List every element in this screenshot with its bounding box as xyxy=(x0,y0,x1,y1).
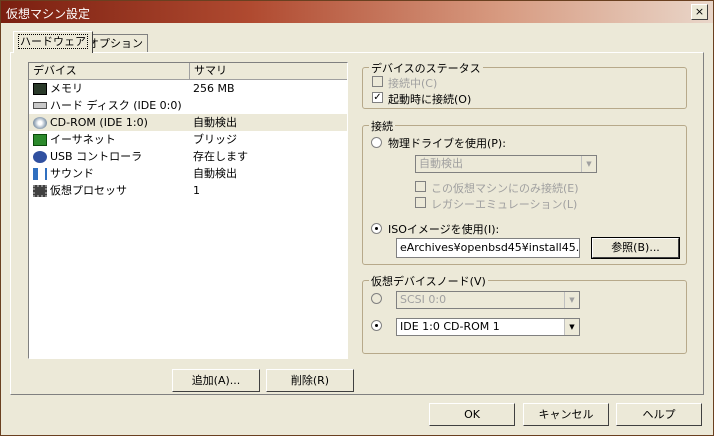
device-name: イーサネット xyxy=(50,133,116,146)
table-row[interactable]: ハード ディスク (IDE 0:0) xyxy=(29,97,347,114)
help-button[interactable]: ヘルプ xyxy=(616,403,702,426)
device-cell: メモリ xyxy=(29,80,187,97)
connect-at-power-on-checkbox[interactable]: ✓ xyxy=(372,92,383,103)
memory-icon xyxy=(33,82,47,95)
iso-path-input[interactable]: eArchives¥openbsd45¥install45.iso xyxy=(396,238,580,258)
device-cell: ハード ディスク (IDE 0:0) xyxy=(29,97,187,114)
iso-image-label: ISOイメージを使用(I): xyxy=(388,223,500,236)
virtual-device-node-label: 仮想デバイスノード(V) xyxy=(369,273,488,289)
table-row[interactable]: サウンド 自動検出 xyxy=(29,165,347,182)
chevron-down-icon: ▼ xyxy=(564,292,579,308)
table-row[interactable]: イーサネット ブリッジ xyxy=(29,131,347,148)
ethernet-icon xyxy=(33,133,47,146)
browse-button[interactable]: 参照(B)... xyxy=(591,237,680,259)
device-name: USB コントローラ xyxy=(50,150,143,163)
summary-cell: 自動検出 xyxy=(193,116,237,129)
summary-cell: 存在します xyxy=(193,150,248,163)
summary-cell: 自動検出 xyxy=(193,167,237,180)
summary-cell: 1 xyxy=(193,184,200,197)
sound-icon xyxy=(33,167,47,180)
exclusive-label: この仮想マシンにのみ接続(E) xyxy=(431,182,579,195)
connected-checkbox[interactable] xyxy=(372,76,383,87)
device-name: 仮想プロセッサ xyxy=(50,184,127,197)
legacy-emulation-label: レガシーエミュレーション(L) xyxy=(431,198,578,211)
ok-button[interactable]: OK xyxy=(429,403,515,426)
tab-options-label: オプション xyxy=(88,37,143,50)
physical-drive-select[interactable]: 自動検出 ▼ xyxy=(415,155,597,173)
device-name: サウンド xyxy=(50,167,94,180)
chevron-down-icon: ▼ xyxy=(581,156,596,172)
device-cell: CD-ROM (IDE 1:0) xyxy=(29,114,187,131)
column-header-summary[interactable]: サマリ xyxy=(190,63,347,79)
remove-button[interactable]: 削除(R) xyxy=(266,369,354,392)
usb-icon xyxy=(33,150,47,163)
cancel-button[interactable]: キャンセル xyxy=(523,403,609,426)
device-status-label: デバイスのステータス xyxy=(369,60,483,76)
device-list[interactable]: デバイス サマリ メモリ 256 MB ハード ディスク (IDE 0:0) CD-R… xyxy=(28,62,348,359)
ide-value: IDE 1:0 CD-ROM 1 xyxy=(400,320,500,333)
table-row[interactable]: メモリ 256 MB xyxy=(29,80,347,97)
column-header-device[interactable]: デバイス xyxy=(29,63,190,79)
summary-cell xyxy=(187,97,193,114)
connection-label: 接続 xyxy=(369,118,395,134)
device-cell: 仮想プロセッサ xyxy=(29,182,187,199)
iso-image-radio[interactable] xyxy=(371,223,382,234)
list-header: デバイス サマリ xyxy=(29,63,347,80)
vm-settings-dialog: 仮想マシン設定 × ハードウェア オプション デバイス サマリ メモリ 256 M… xyxy=(0,0,714,436)
cdrom-icon xyxy=(33,116,47,129)
tab-hardware-label: ハードウェア xyxy=(18,34,88,49)
processor-icon xyxy=(33,184,47,197)
legacy-emulation-checkbox[interactable] xyxy=(415,197,426,208)
add-button[interactable]: 追加(A)... xyxy=(172,369,260,392)
title-bar: 仮想マシン設定 × xyxy=(1,1,713,23)
window-title: 仮想マシン設定 xyxy=(6,7,91,21)
physical-drive-label: 物理ドライブを使用(P): xyxy=(388,137,506,150)
device-cell: サウンド xyxy=(29,165,187,182)
tab-hardware[interactable]: ハードウェア xyxy=(13,31,93,53)
summary-cell: 256 MB xyxy=(193,82,235,95)
scsi-value: SCSI 0:0 xyxy=(400,293,447,306)
ide-select[interactable]: IDE 1:0 CD-ROM 1 ▼ xyxy=(396,318,580,336)
connected-label: 接続中(C) xyxy=(388,77,438,90)
device-cell: USB コントローラ xyxy=(29,148,187,165)
connect-at-power-on-label: 起動時に接続(O) xyxy=(388,93,472,106)
table-row[interactable]: USB コントローラ 存在します xyxy=(29,148,347,165)
chevron-down-icon: ▼ xyxy=(564,319,579,335)
scsi-radio[interactable] xyxy=(371,293,382,304)
physical-drive-value: 自動検出 xyxy=(419,157,463,170)
scsi-select[interactable]: SCSI 0:0 ▼ xyxy=(396,291,580,309)
ide-radio[interactable] xyxy=(371,320,382,331)
physical-drive-radio[interactable] xyxy=(371,137,382,148)
device-name: メモリ xyxy=(50,82,83,95)
exclusive-checkbox[interactable] xyxy=(415,181,426,192)
table-row[interactable]: 仮想プロセッサ 1 xyxy=(29,182,347,199)
device-name: CD-ROM (IDE 1:0) xyxy=(50,116,148,129)
hard-disk-icon xyxy=(33,102,47,109)
table-row[interactable]: CD-ROM (IDE 1:0) 自動検出 xyxy=(29,114,347,131)
close-button[interactable]: × xyxy=(691,4,708,20)
device-cell: イーサネット xyxy=(29,131,187,148)
summary-cell: ブリッジ xyxy=(193,133,237,146)
device-name: ハード ディスク (IDE 0:0) xyxy=(50,99,182,112)
